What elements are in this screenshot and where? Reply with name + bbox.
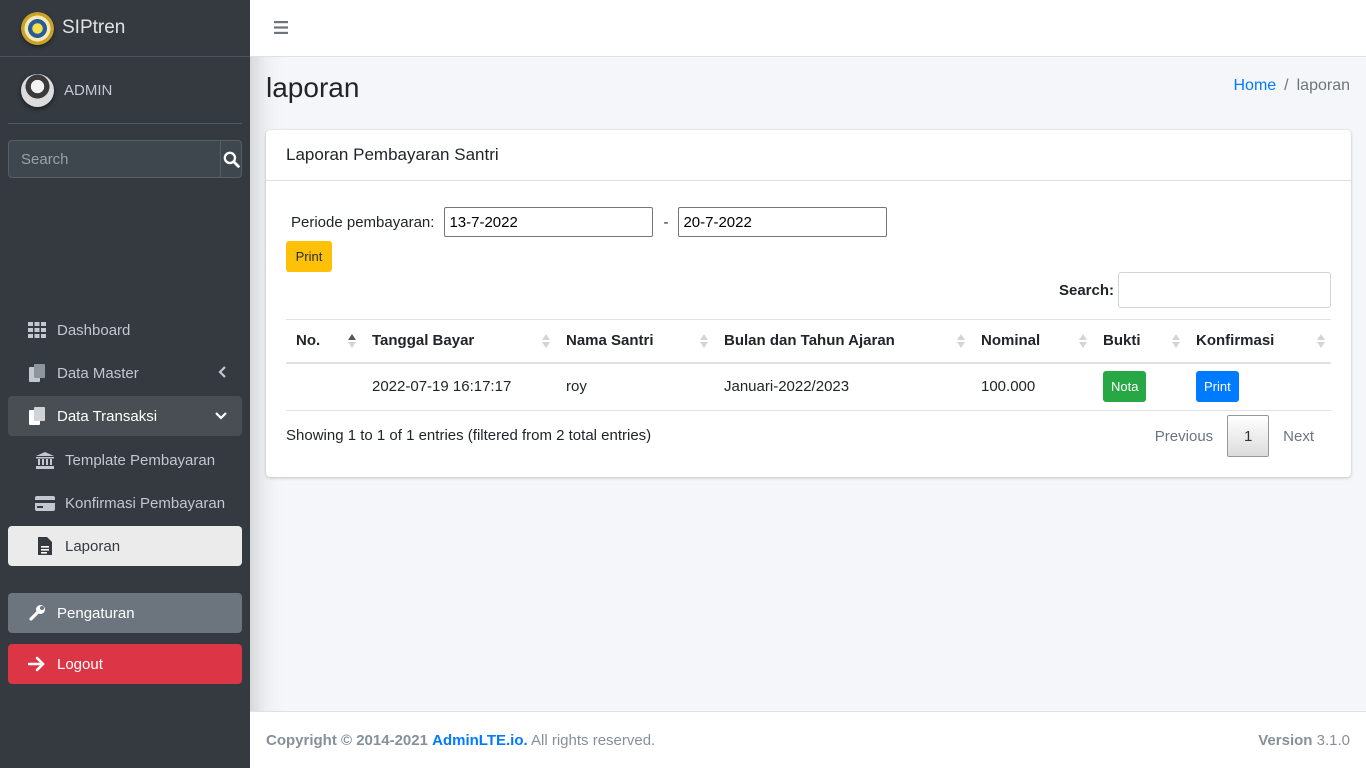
card-title: Laporan Pembayaran Santri (266, 130, 1351, 181)
sidebar-search-button[interactable] (220, 140, 242, 178)
arrow-right-icon (27, 656, 47, 672)
report-card: Laporan Pembayaran Santri Periode pembay… (266, 130, 1351, 477)
table-search: Search: (1059, 272, 1331, 308)
sidebar-search (8, 140, 242, 178)
sort-icon (542, 334, 550, 348)
cell-no (286, 362, 362, 411)
sidebar-item-label: Data Transaksi (57, 407, 158, 425)
column-header-no[interactable]: No. (286, 319, 362, 364)
date-from-input[interactable] (444, 207, 654, 237)
column-header-bulan-tahun[interactable]: Bulan dan Tahun Ajaran (714, 319, 971, 364)
date-to-input[interactable] (678, 207, 888, 237)
bank-icon (35, 451, 55, 469)
file-icon (35, 537, 55, 555)
breadcrumb: Home / laporan (1233, 77, 1350, 95)
sidebar-search-input[interactable] (8, 140, 220, 178)
breadcrumb-home-link[interactable]: Home (1233, 77, 1276, 95)
cell-bulan-tahun: Januari-2022/2023 (714, 362, 971, 411)
user-name: ADMIN (64, 81, 113, 99)
sidebar-item-label: Dashboard (57, 321, 131, 339)
copyright-text: Copyright © 2014-2021 (266, 731, 428, 749)
sidebar-item-label: Data Master (57, 364, 139, 382)
cell-nominal: 100.000 (971, 362, 1093, 411)
search-icon (223, 151, 240, 168)
breadcrumb-separator: / (1284, 77, 1289, 94)
sidebar-item-label: Laporan (65, 537, 121, 555)
brand-link[interactable]: SIPtren (0, 0, 250, 57)
sidebar-item-data-master[interactable]: Data Master (8, 353, 242, 393)
sidebar-item-laporan[interactable]: Laporan (8, 526, 242, 566)
search-label: Search: (1058, 281, 1114, 299)
table-header-row: No. Tanggal Bayar Nama Santri Bulan dan … (286, 319, 1331, 364)
user-panel[interactable]: ADMIN (8, 57, 242, 124)
footer: Copyright © 2014-2021 AdminLTE.io. All r… (250, 711, 1366, 768)
sidebar-item-label: Logout (57, 655, 103, 673)
sidebar-item-label: Pengaturan (57, 604, 135, 622)
cell-tanggal-bayar: 2022-07-19 16:17:17 (362, 362, 556, 411)
payments-table: No. Tanggal Bayar Nama Santri Bulan dan … (286, 319, 1331, 411)
chevron-down-icon (214, 408, 228, 425)
sort-icon (1317, 334, 1325, 348)
copy-icon (27, 364, 47, 382)
cell-konfirmasi: Print (1186, 362, 1331, 411)
print-row-button[interactable]: Print (1196, 371, 1239, 403)
cell-nama-santri: roy (556, 362, 714, 411)
top-navbar (250, 0, 1366, 57)
table-info: Showing 1 to 1 of 1 entries (filtered fr… (286, 427, 652, 444)
sort-asc-icon (348, 334, 356, 348)
sidebar-item-label: Konfirmasi Pembayaran (65, 494, 226, 512)
pagination: Previous 1 Next (1141, 415, 1331, 457)
cell-bukti: Nota (1093, 362, 1186, 411)
sort-icon (700, 334, 708, 348)
nota-button[interactable]: Nota (1103, 371, 1147, 403)
wrench-icon (27, 604, 47, 622)
sidebar-item-dashboard[interactable]: Dashboard (8, 310, 242, 350)
pagination-next[interactable]: Next (1269, 428, 1331, 445)
rights-text: All rights reserved. (531, 731, 656, 749)
column-header-nama-santri[interactable]: Nama Santri (556, 319, 714, 364)
version-label: Version (1258, 731, 1313, 749)
column-header-tanggal-bayar[interactable]: Tanggal Bayar (362, 319, 556, 364)
sidebar-item-konfirmasi-pembayaran[interactable]: Konfirmasi Pembayaran (8, 483, 242, 523)
column-header-nominal[interactable]: Nominal (971, 319, 1093, 364)
periode-label: Periode pembayaran: (291, 213, 435, 231)
brand-name: SIPtren (62, 17, 126, 38)
hamburger-menu-icon[interactable] (274, 21, 288, 38)
table-row: 2022-07-19 16:17:17 roy Januari-2022/202… (286, 362, 1331, 411)
pagination-previous[interactable]: Previous (1141, 428, 1227, 445)
sidebar: SIPtren ADMIN Dashboard Data Master (0, 0, 250, 768)
column-header-bukti[interactable]: Bukti (1093, 319, 1186, 364)
table-search-input[interactable] (1118, 272, 1331, 308)
footer-copyright: Copyright © 2014-2021 AdminLTE.io. All r… (266, 732, 655, 749)
copy-icon (27, 407, 47, 425)
sidebar-item-label: Template Pembayaran (65, 451, 216, 469)
sidebar-item-template-pembayaran[interactable]: Template Pembayaran (8, 440, 242, 480)
grid-icon (27, 322, 47, 338)
adminlte-link[interactable]: AdminLTE.io. (432, 732, 528, 749)
sort-icon (1172, 334, 1180, 348)
breadcrumb-current: laporan (1296, 77, 1350, 94)
user-avatar (21, 73, 54, 107)
date-separator: - (663, 213, 669, 231)
version-number: 3.1.0 (1316, 731, 1350, 749)
sort-icon (1079, 334, 1087, 348)
sort-icon (957, 334, 965, 348)
periode-filter: Periode pembayaran: - (291, 207, 888, 237)
sidebar-item-data-transaksi[interactable]: Data Transaksi (8, 396, 242, 436)
credit-card-icon (35, 495, 55, 511)
sidebar-item-pengaturan[interactable]: Pengaturan (8, 593, 242, 633)
pagination-page-1[interactable]: 1 (1227, 415, 1270, 457)
chevron-left-icon (218, 365, 228, 383)
seal-logo (21, 11, 54, 45)
sidebar-item-logout[interactable]: Logout (8, 644, 242, 684)
column-header-konfirmasi[interactable]: Konfirmasi (1186, 319, 1331, 364)
print-report-button[interactable]: Print (286, 241, 332, 272)
page-title: laporan (266, 72, 360, 103)
footer-version: Version 3.1.0 (1258, 732, 1350, 749)
